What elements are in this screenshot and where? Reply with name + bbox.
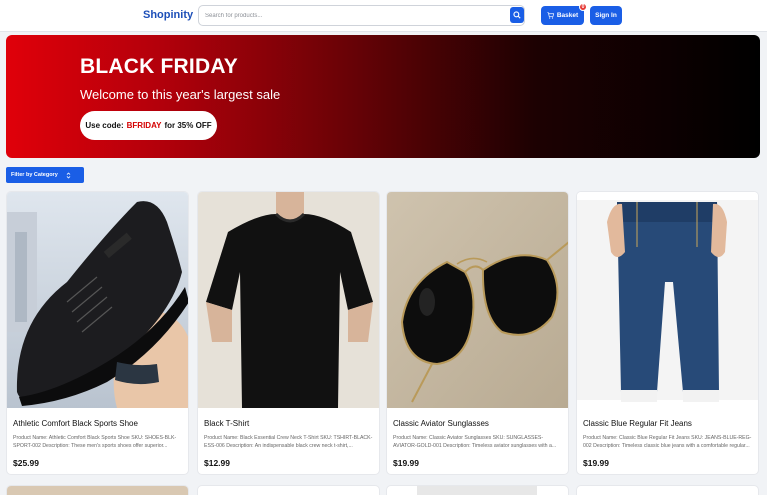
cart-icon bbox=[547, 12, 554, 19]
product-description: Product Name: Classic Blue Regular Fit J… bbox=[583, 435, 752, 449]
product-price: $19.99 bbox=[393, 458, 419, 468]
product-card-partial[interactable] bbox=[386, 485, 569, 495]
tshirt-image bbox=[198, 192, 379, 408]
sign-in-button[interactable]: Sign In bbox=[590, 6, 622, 25]
product-title[interactable]: Classic Aviator Sunglasses bbox=[393, 419, 489, 428]
product-image[interactable] bbox=[7, 192, 188, 408]
black-friday-banner: BLACK FRIDAY Welcome to this year's larg… bbox=[6, 35, 760, 158]
promo-suffix: for 35% OFF bbox=[164, 121, 212, 130]
product-card[interactable]: Athletic Comfort Black Sports Shoe Produ… bbox=[6, 191, 189, 475]
basket-label: Basket bbox=[556, 12, 579, 19]
product-price: $25.99 bbox=[13, 458, 39, 468]
search-box bbox=[198, 5, 525, 26]
product-card[interactable]: Classic Aviator Sunglasses Product Name:… bbox=[386, 191, 569, 475]
aviator-sunglasses-image bbox=[387, 192, 568, 408]
product-image-partial bbox=[7, 486, 188, 495]
product-description: Product Name: Athletic Comfort Black Spo… bbox=[13, 435, 177, 449]
search-icon bbox=[513, 11, 521, 19]
brand-logo[interactable]: Shopinity bbox=[143, 9, 193, 21]
product-price: $19.99 bbox=[583, 458, 609, 468]
promo-prefix: Use code: bbox=[85, 121, 124, 130]
product-title[interactable]: Black T-Shirt bbox=[204, 419, 249, 428]
banner-title: BLACK FRIDAY bbox=[80, 55, 238, 78]
basket-button[interactable]: Basket bbox=[541, 6, 584, 25]
product-image[interactable] bbox=[387, 192, 568, 408]
jeans-image bbox=[577, 192, 758, 408]
product-image[interactable] bbox=[577, 192, 758, 408]
promo-code: BFRIDAY bbox=[126, 121, 162, 130]
product-title[interactable]: Athletic Comfort Black Sports Shoe bbox=[13, 419, 138, 428]
product-card[interactable]: Black T-Shirt Product Name: Black Essent… bbox=[197, 191, 380, 475]
top-navbar: Shopinity Basket 0 Sign In bbox=[0, 0, 767, 32]
basket-count-badge: 0 bbox=[579, 3, 587, 11]
product-description: Product Name: Black Essential Crew Neck … bbox=[204, 435, 373, 449]
product-card-partial[interactable] bbox=[576, 485, 759, 495]
search-input[interactable] bbox=[205, 9, 505, 23]
promo-code-pill[interactable]: Use code: BFRIDAY for 35% OFF bbox=[80, 111, 217, 140]
product-title[interactable]: Classic Blue Regular Fit Jeans bbox=[583, 419, 692, 428]
product-image-partial bbox=[417, 486, 537, 495]
product-image[interactable] bbox=[198, 192, 379, 408]
filter-label: Filter by Category bbox=[11, 172, 58, 178]
banner-subtitle: Welcome to this year's largest sale bbox=[80, 87, 281, 102]
sports-shoe-image bbox=[7, 192, 188, 408]
chevron-up-down-icon bbox=[66, 171, 71, 179]
product-price: $12.99 bbox=[204, 458, 230, 468]
product-card-partial[interactable] bbox=[197, 485, 380, 495]
product-description: Product Name: Classic Aviator Sunglasses… bbox=[393, 435, 557, 449]
product-card-partial[interactable] bbox=[6, 485, 189, 495]
filter-by-category-dropdown[interactable]: Filter by Category bbox=[6, 167, 84, 183]
product-card[interactable]: Classic Blue Regular Fit Jeans Product N… bbox=[576, 191, 759, 475]
search-button[interactable] bbox=[510, 7, 524, 23]
